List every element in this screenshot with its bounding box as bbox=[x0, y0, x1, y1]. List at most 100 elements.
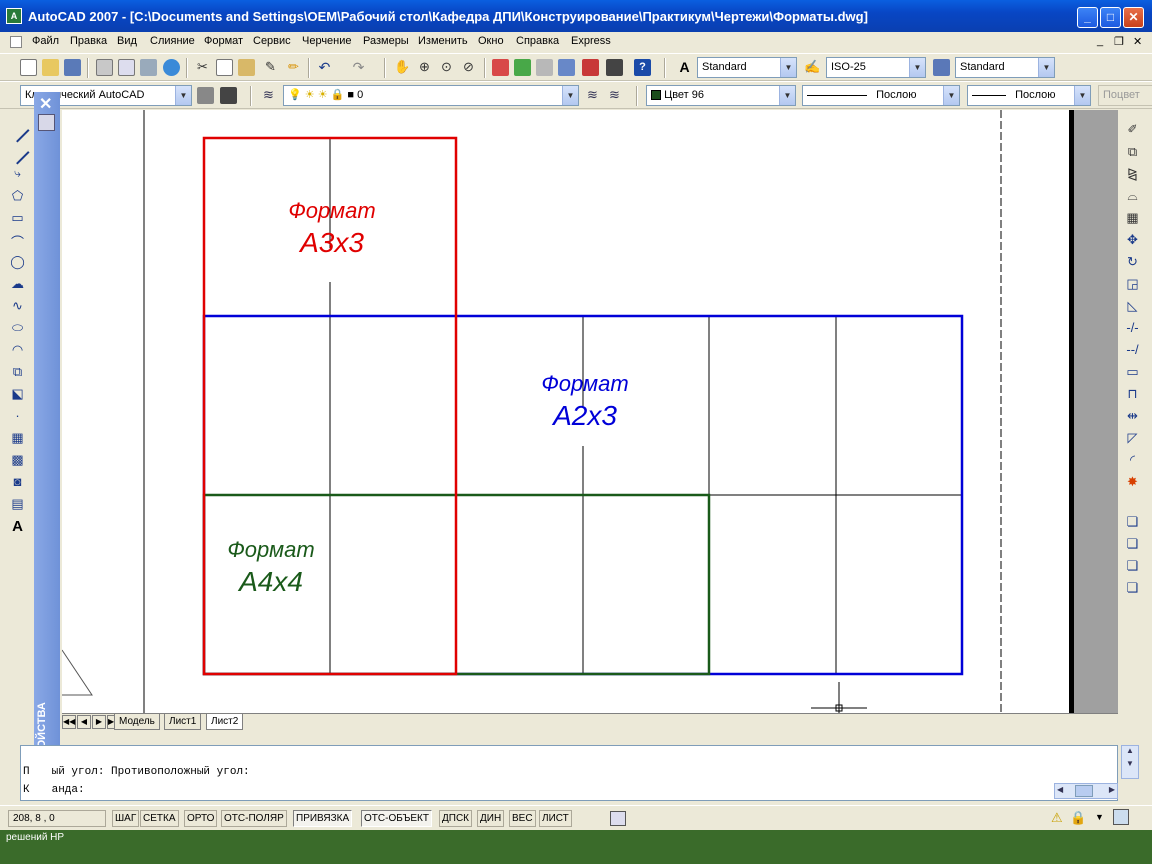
cut-icon[interactable]: ✂ bbox=[194, 59, 211, 76]
chevron-down-icon[interactable]: ▼ bbox=[562, 86, 578, 105]
prev-tab-button[interactable]: ◀ bbox=[77, 715, 91, 729]
chevron-down-icon[interactable]: ▼ bbox=[909, 58, 925, 77]
properties-palette[interactable]: ✕ СВОЙСТВА ▶ ☰ bbox=[34, 92, 60, 792]
grid-toggle[interactable]: СЕТКА bbox=[140, 810, 179, 827]
sheet-set-icon[interactable] bbox=[558, 59, 575, 76]
print-preview-icon[interactable] bbox=[118, 59, 135, 76]
menu-dimension[interactable]: Размеры bbox=[363, 35, 409, 47]
lineweight-select[interactable]: Послою ▼ bbox=[967, 85, 1091, 106]
menu-window[interactable]: Окно bbox=[478, 35, 504, 47]
menu-express[interactable]: Express bbox=[571, 35, 611, 47]
make-object-layer-current-icon[interactable]: ≋ bbox=[584, 87, 601, 104]
menu-view[interactable]: Вид bbox=[117, 35, 137, 47]
text-style-select[interactable]: Standard ▼ bbox=[697, 57, 797, 78]
properties-settings-icon[interactable] bbox=[38, 114, 55, 131]
construction-line-icon[interactable] bbox=[5, 140, 30, 165]
help-icon[interactable]: ? bbox=[634, 59, 651, 76]
insert-block-icon[interactable]: ⧉ bbox=[9, 364, 26, 381]
layer-lock-icon[interactable]: 🔒 bbox=[331, 89, 345, 101]
layer-manager-icon[interactable]: ≋ bbox=[260, 87, 277, 104]
chevron-down-icon[interactable]: ▼ bbox=[1074, 86, 1090, 105]
command-scrollbar[interactable]: ▲ ▼ bbox=[1121, 745, 1139, 779]
otrack-toggle[interactable]: ОТС-ОБЪЕКТ bbox=[361, 810, 432, 827]
chevron-down-icon[interactable]: ▼ bbox=[1038, 58, 1054, 77]
dim-style-select[interactable]: ISO-25 ▼ bbox=[826, 57, 926, 78]
warning-icon[interactable]: ⚠ bbox=[1051, 810, 1063, 826]
menu-format[interactable]: Формат bbox=[204, 35, 243, 47]
menu-merge[interactable]: Слияние bbox=[150, 35, 195, 47]
linetype-select[interactable]: Послою ▼ bbox=[802, 85, 960, 106]
scroll-right-icon[interactable]: ▶ bbox=[1109, 785, 1115, 794]
block-editor-icon[interactable]: ✏ bbox=[285, 59, 302, 76]
undo-icon[interactable]: ↶ bbox=[316, 59, 333, 76]
doc-restore-button[interactable]: ❐ bbox=[1114, 35, 1124, 48]
paste-icon[interactable] bbox=[238, 59, 255, 76]
join-icon[interactable]: ⇹ bbox=[1124, 408, 1141, 425]
new-icon[interactable] bbox=[20, 59, 37, 76]
command-line[interactable]: Пый угол: Противоположный угол: Канда: bbox=[20, 745, 1118, 801]
ducs-toggle[interactable]: ДПСК bbox=[439, 810, 473, 827]
break-at-point-icon[interactable]: ▭ bbox=[1124, 364, 1141, 381]
rectangle-icon[interactable]: ▭ bbox=[9, 210, 26, 227]
zoom-realtime-icon[interactable]: ⊕ bbox=[416, 59, 433, 76]
calculator-icon[interactable] bbox=[606, 59, 623, 76]
dyn-toggle[interactable]: ДИН bbox=[477, 810, 505, 827]
layer-on-icon[interactable]: 💡 bbox=[288, 89, 302, 101]
color-select[interactable]: Цвет 96 ▼ bbox=[646, 85, 796, 106]
break-icon[interactable]: ⊓ bbox=[1124, 386, 1141, 403]
drawing-canvas[interactable]: Формат А3х3 Формат А2х3 Формат А4х4 bbox=[62, 110, 1118, 714]
zoom-previous-icon[interactable]: ⊘ bbox=[460, 59, 477, 76]
menu-edit[interactable]: Правка bbox=[70, 35, 107, 47]
table-style-select[interactable]: Standard ▼ bbox=[955, 57, 1055, 78]
open-icon[interactable] bbox=[42, 59, 59, 76]
web-icon[interactable] bbox=[163, 59, 180, 76]
fillet-icon[interactable]: ◜ bbox=[1124, 452, 1141, 469]
osnap-toggle[interactable]: ПРИВЯЗКА bbox=[293, 810, 353, 827]
polyline-icon[interactable]: ⤷ bbox=[9, 166, 26, 183]
minimize-button[interactable]: _ bbox=[1077, 7, 1098, 28]
save-icon[interactable] bbox=[64, 59, 81, 76]
close-icon[interactable]: ✕ bbox=[39, 94, 52, 114]
doc-close-button[interactable]: ✕ bbox=[1133, 35, 1142, 48]
tab-layout2[interactable]: Лист2 bbox=[206, 714, 244, 730]
bring-to-front-icon[interactable]: ❏ bbox=[1124, 514, 1141, 531]
rotate-icon[interactable]: ↻ bbox=[1124, 254, 1141, 271]
layer-vp-freeze-icon[interactable]: ☀ bbox=[318, 89, 328, 101]
status-menu-chevron-icon[interactable]: ▼ bbox=[1095, 812, 1104, 822]
workspace-save-icon[interactable] bbox=[220, 87, 237, 104]
line-icon[interactable] bbox=[5, 118, 30, 143]
publish-icon[interactable] bbox=[140, 59, 157, 76]
zoom-window-icon[interactable]: ⊙ bbox=[438, 59, 455, 76]
snap-toggle[interactable]: ШАГ bbox=[112, 810, 140, 827]
make-block-icon[interactable]: ⬕ bbox=[9, 386, 26, 403]
command-prompt[interactable]: Канда: bbox=[23, 784, 85, 796]
document-icon[interactable] bbox=[10, 36, 22, 48]
offset-icon[interactable]: ⌓ bbox=[1124, 188, 1141, 205]
workspace-settings-icon[interactable] bbox=[197, 87, 214, 104]
multiline-text-icon[interactable]: A bbox=[9, 518, 26, 535]
scroll-left-icon[interactable]: ◀ bbox=[1057, 785, 1063, 794]
clean-screen-icon[interactable] bbox=[1113, 809, 1129, 825]
send-under-icon[interactable]: ❏ bbox=[1124, 580, 1141, 597]
maximize-button[interactable]: □ bbox=[1100, 7, 1121, 28]
scroll-up-icon[interactable]: ▲ bbox=[1122, 746, 1138, 755]
menu-file[interactable]: Файл bbox=[32, 35, 59, 47]
tool-palettes-icon[interactable] bbox=[536, 59, 553, 76]
scroll-down-icon[interactable]: ▼ bbox=[1122, 759, 1138, 768]
chamfer-icon[interactable]: ◸ bbox=[1124, 430, 1141, 447]
menu-modify[interactable]: Изменить bbox=[418, 35, 468, 47]
explode-icon[interactable]: ✸ bbox=[1124, 474, 1141, 491]
doc-minimize-button[interactable]: _ bbox=[1097, 35, 1103, 47]
command-hscrollbar[interactable]: ◀ ▶ bbox=[1054, 783, 1118, 799]
chevron-down-icon[interactable]: ▼ bbox=[779, 86, 795, 105]
pan-icon[interactable]: ✋ bbox=[394, 59, 411, 76]
markup-icon[interactable] bbox=[582, 59, 599, 76]
ellipse-icon[interactable]: ⬭ bbox=[9, 320, 26, 337]
menu-draw[interactable]: Черчение bbox=[302, 35, 352, 47]
ellipse-arc-icon[interactable]: ◠ bbox=[9, 342, 26, 359]
design-center-icon[interactable] bbox=[514, 59, 531, 76]
array-icon[interactable]: ▦ bbox=[1124, 210, 1141, 227]
polar-toggle[interactable]: ОТС-ПОЛЯР bbox=[221, 810, 287, 827]
lwt-toggle[interactable]: ВЕС bbox=[509, 810, 536, 827]
layer-freeze-icon[interactable]: ☀ bbox=[305, 89, 315, 101]
